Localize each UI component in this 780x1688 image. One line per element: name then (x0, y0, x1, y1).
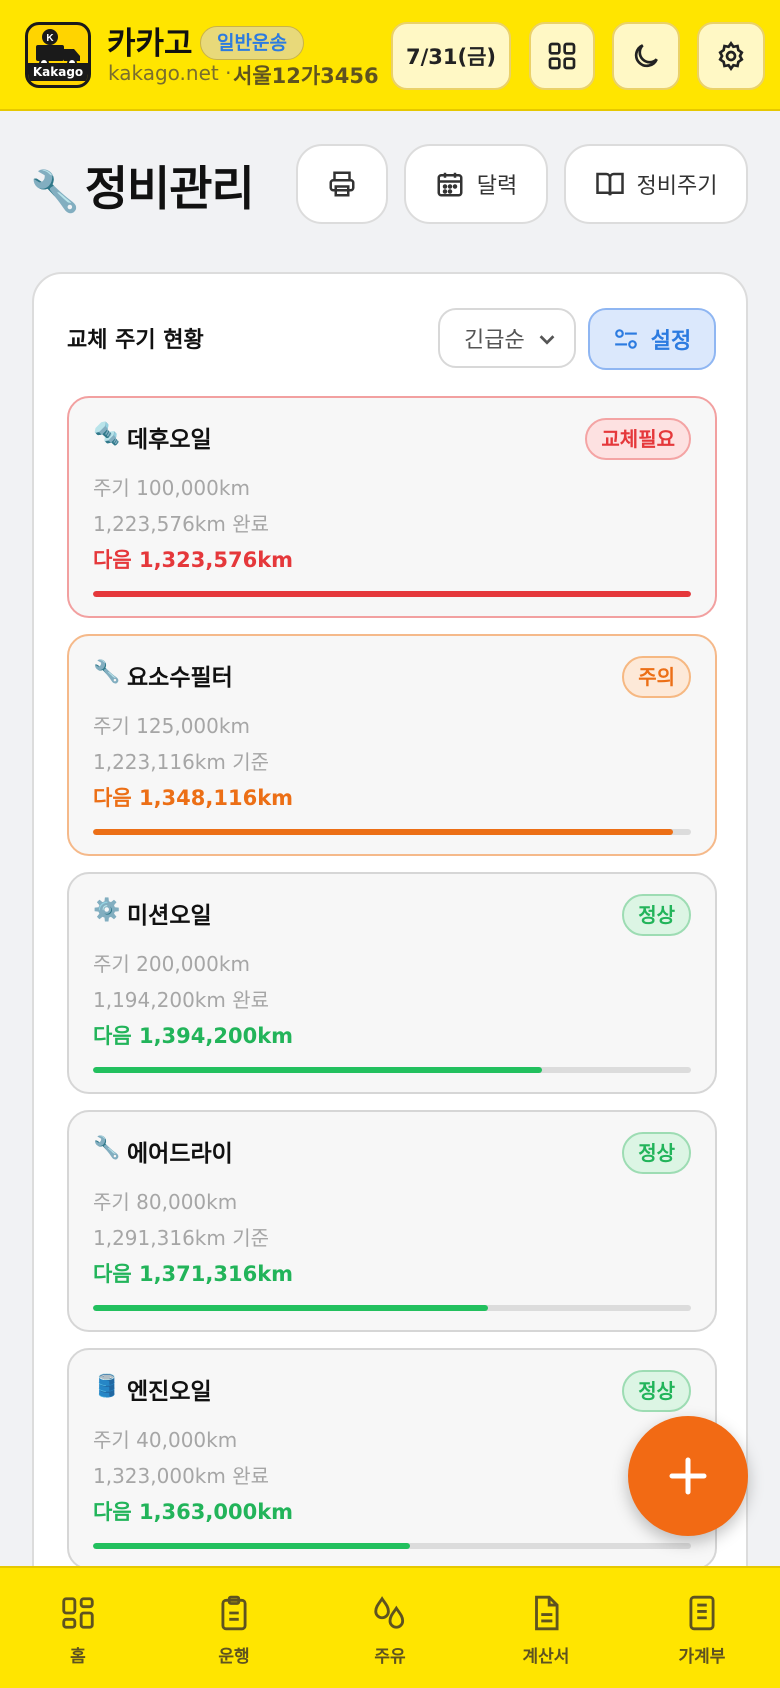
kakago-logo[interactable]: K Kakago (25, 22, 91, 88)
maintenance-card[interactable]: 🔩 데후오일 교체필요주기 100,000km 1,223,576km 완료다음 1,… (67, 396, 717, 618)
next-service-text: 다음 1,363,000km (93, 1500, 294, 1524)
nav-item-ledger[interactable]: 가계부 (624, 1568, 780, 1688)
nav-label: 홈 (70, 1647, 86, 1667)
nav-item-fuel[interactable]: 주유 (312, 1568, 468, 1688)
status-badge: 정상 (622, 894, 691, 936)
progress-fill (93, 1543, 410, 1549)
progress-track (93, 1543, 691, 1549)
part-name: 요소수필터 (127, 665, 233, 691)
nav-label: 계산서 (522, 1647, 570, 1667)
maintenance-card[interactable]: 🛢️ 엔진오일 정상주기 40,000km 1,323,000km 완료다음 1,36… (67, 1348, 717, 1570)
progress-fill (93, 829, 674, 835)
date-label: 7/31(금) (405, 45, 497, 69)
calendar-label: 달력 (476, 174, 518, 199)
domain-text: kakago.net (108, 61, 219, 85)
part-name: 엔진오일 (127, 1379, 212, 1405)
maintenance-cycle-label: 정비주기 (636, 174, 718, 199)
bottom-nav: 홈 운행 주유 계산서 가계부 (0, 1566, 780, 1688)
app-name: 카카고 (107, 26, 193, 62)
apps-button[interactable] (529, 22, 595, 90)
maintenance-card[interactable]: 🔧 요소수필터 주의주기 125,000km 1,223,116km 기준다음 1,3… (67, 634, 717, 856)
next-service-text: 다음 1,323,576km (93, 548, 294, 572)
nav-label: 가계부 (678, 1647, 726, 1667)
chevron-down-icon (539, 335, 555, 345)
progress-fill (93, 1305, 488, 1311)
svg-text:K: K (46, 33, 54, 44)
status-badge: 정상 (622, 1132, 691, 1174)
wrench-icon: 🔧 (30, 169, 80, 215)
setting-label: 설정 (650, 329, 692, 354)
fuel-drop-icon (374, 1596, 405, 1629)
setting-button[interactable]: 설정 (588, 308, 716, 370)
site-domain: kakago.net · (108, 61, 231, 85)
part-icon: 🛢️ (93, 1374, 121, 1399)
gear-icon (718, 40, 744, 72)
add-record-button[interactable] (628, 1416, 748, 1536)
dark-mode-button[interactable] (612, 22, 680, 90)
grid-icon (62, 1597, 94, 1629)
sliders-icon (614, 329, 637, 349)
last-service-text: 1,223,576km 완료 (93, 512, 270, 536)
cycle-text: 주기 100,000km (93, 476, 250, 500)
maintenance-card[interactable]: ⚙️ 미션오일 정상주기 200,000km 1,194,200km 완료다음 1,3… (67, 872, 717, 1094)
plus-icon (669, 1457, 707, 1495)
nav-label: 운행 (218, 1647, 250, 1667)
last-service-text: 1,194,200km 완료 (93, 988, 270, 1012)
moon-icon (634, 44, 658, 68)
page-title: 🔧 정비관리 (30, 150, 255, 219)
progress-fill (93, 1067, 542, 1073)
nav-label: 주유 (374, 1647, 406, 1667)
nav-item-driving[interactable]: 운행 (156, 1568, 312, 1688)
progress-track (93, 1067, 691, 1073)
maintenance-card[interactable]: 🔧 에어드라이 정상주기 80,000km 1,291,316km 기준다음 1,37… (67, 1110, 717, 1332)
page-title-text: 정비관리 (84, 162, 255, 217)
calendar-button[interactable]: 달력 (404, 144, 548, 224)
vehicle-plate: 서울12가3456 (233, 64, 379, 88)
app-header: K Kakago 카카고 일반운송 kakago.net · 서울12가3456… (0, 0, 780, 111)
status-badge: 정상 (622, 1370, 691, 1412)
next-service-text: 다음 1,348,116km (93, 786, 294, 810)
clipboard-icon (221, 1595, 247, 1631)
settings-button[interactable] (697, 22, 765, 90)
panel-title: 교체 주기 현황 (67, 328, 204, 353)
last-service-text: 1,291,316km 기준 (93, 1226, 270, 1250)
progress-fill (93, 591, 691, 597)
nav-item-invoice[interactable]: 계산서 (468, 1568, 624, 1688)
part-icon: 🔧 (93, 1136, 121, 1161)
date-button[interactable]: 7/31(금) (391, 22, 511, 90)
cycle-text: 주기 80,000km (93, 1190, 238, 1214)
status-badge: 주의 (622, 656, 691, 698)
cycle-text: 주기 200,000km (93, 952, 250, 976)
part-name: 에어드라이 (127, 1141, 233, 1167)
part-name: 데후오일 (127, 427, 212, 453)
service-type-badge[interactable]: 일반운송 (200, 26, 304, 60)
sort-value: 긴급순 (464, 328, 525, 353)
status-badge: 교체필요 (585, 418, 691, 460)
grid-icon (548, 42, 576, 70)
progress-track (93, 1305, 691, 1311)
sort-select[interactable]: 긴급순 (438, 308, 576, 368)
cycle-text: 주기 125,000km (93, 714, 250, 738)
part-name: 미션오일 (127, 903, 212, 929)
part-icon: ⚙️ (93, 898, 121, 923)
part-icon: 🔩 (93, 422, 121, 447)
book-icon (595, 172, 624, 196)
domain-separator: · (225, 61, 232, 85)
progress-track (93, 591, 691, 597)
next-service-text: 다음 1,371,316km (93, 1262, 294, 1286)
part-icon: 🔧 (93, 660, 121, 685)
maintenance-cycle-button[interactable]: 정비주기 (564, 144, 748, 224)
calendar-icon (437, 172, 463, 197)
progress-track (93, 829, 691, 835)
ledger-icon (689, 1595, 715, 1631)
cycle-text: 주기 40,000km (93, 1428, 238, 1452)
document-icon (535, 1595, 559, 1631)
printer-icon (329, 171, 355, 197)
last-service-text: 1,323,000km 완료 (93, 1464, 270, 1488)
nav-item-home[interactable]: 홈 (0, 1568, 156, 1688)
last-service-text: 1,223,116km 기준 (93, 750, 270, 774)
print-button[interactable] (296, 144, 388, 224)
next-service-text: 다음 1,394,200km (93, 1024, 294, 1048)
logo-text: Kakago (28, 63, 88, 81)
